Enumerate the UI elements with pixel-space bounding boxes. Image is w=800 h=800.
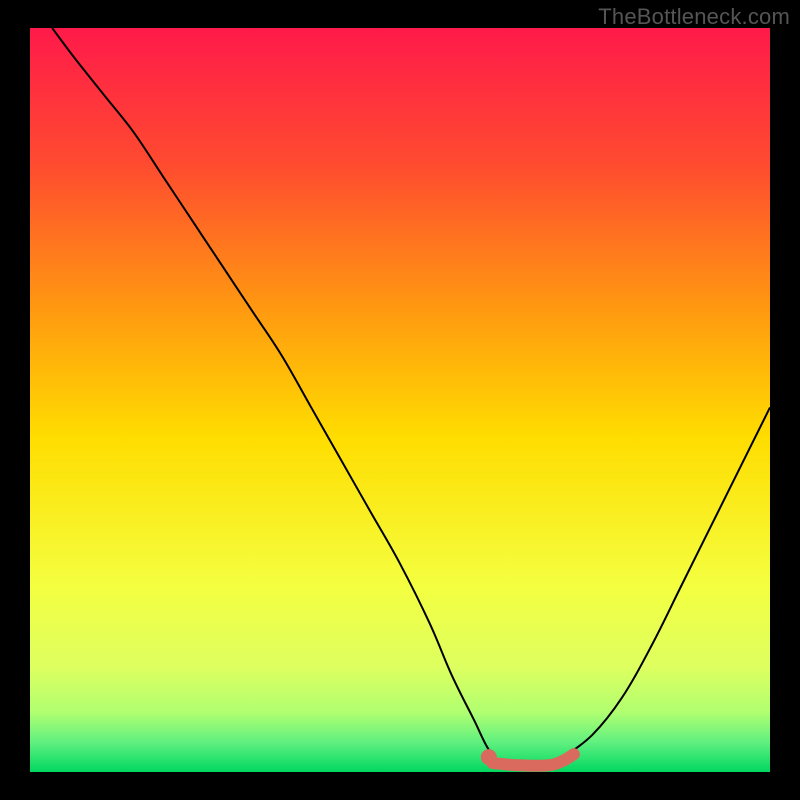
- optimal-start-dot: [481, 749, 497, 765]
- watermark-text: TheBottleneck.com: [598, 4, 790, 30]
- gradient-background: [30, 28, 770, 772]
- chart-frame: TheBottleneck.com: [0, 0, 800, 800]
- plot-area: [30, 28, 770, 772]
- chart-svg: [30, 28, 770, 772]
